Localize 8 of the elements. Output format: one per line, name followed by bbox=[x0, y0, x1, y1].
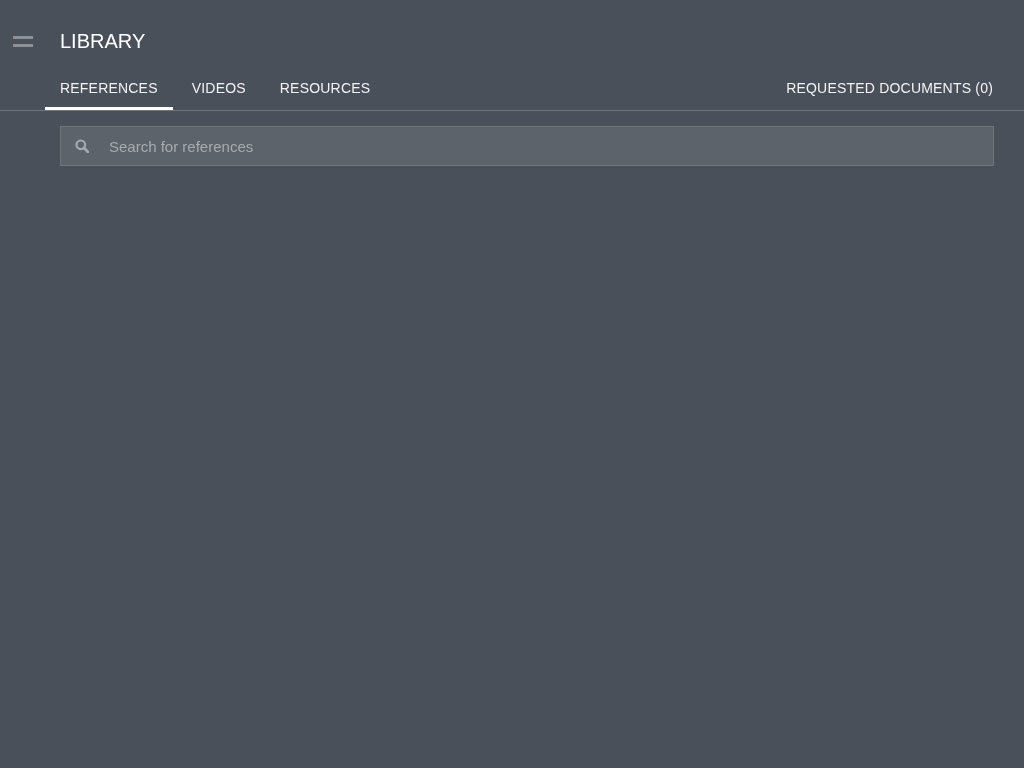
menu-icon[interactable] bbox=[13, 35, 33, 47]
search-field[interactable]: Search for references bbox=[60, 126, 994, 166]
tab[interactable]: REFERENCES bbox=[45, 76, 173, 110]
requested-documents-link[interactable]: REQUESTED DOCUMENTS (0) bbox=[786, 76, 993, 110]
tab[interactable]: VIDEOS bbox=[176, 76, 261, 110]
search-icon bbox=[75, 139, 89, 153]
page-title: LIBRARY bbox=[60, 29, 146, 53]
tab[interactable]: RESOURCES bbox=[264, 76, 386, 110]
